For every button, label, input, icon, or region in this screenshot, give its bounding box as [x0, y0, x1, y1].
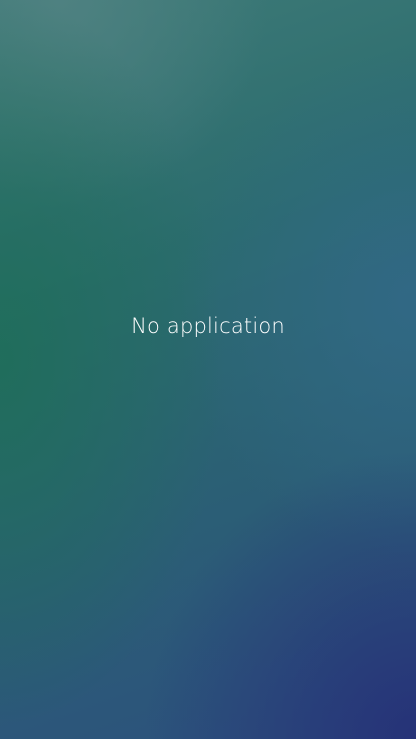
home-screen-background[interactable]: No application: [0, 0, 416, 739]
no-application-label: No application: [131, 314, 285, 338]
